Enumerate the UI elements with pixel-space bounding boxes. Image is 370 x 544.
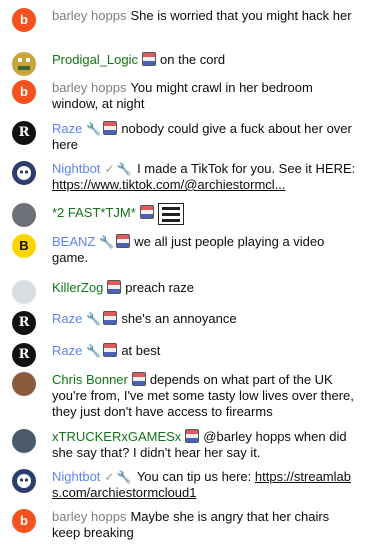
wrench-icon: 🔧 (116, 470, 132, 484)
message-link[interactable]: https://www.tiktok.com/@archiestormcl... (52, 177, 286, 192)
author-name[interactable]: Chris Bonner (52, 372, 128, 387)
chat-message: b barley hopps You might crawl in her bed… (0, 80, 370, 112)
chat-message: Prodigal_Logic on the cord (0, 52, 370, 76)
chat-message: Chris Bonner depends on what part of the … (0, 372, 370, 420)
avatar[interactable]: b (12, 509, 36, 533)
author-name[interactable]: Raze (52, 311, 82, 326)
avatar[interactable] (12, 429, 36, 453)
member-badge-icon (107, 280, 122, 294)
avatar[interactable] (12, 203, 36, 227)
nightbot-icon (17, 166, 31, 180)
avatar-letter: R (18, 315, 30, 330)
avatar-letter: R (18, 125, 30, 140)
avatar-letter: R (18, 347, 30, 362)
chat-feed: b barley hopps She is worried that you mi… (0, 0, 370, 544)
chat-message: R Raze 🔧 at best (0, 343, 370, 367)
avatar[interactable] (12, 161, 36, 185)
member-badge-icon (103, 343, 118, 357)
author-name[interactable]: Nightbot (52, 161, 100, 176)
author-name[interactable]: Raze (52, 121, 82, 136)
message-text: She is worried that you might hack her (130, 8, 352, 23)
chat-message: Nightbot ✓ 🔧 You can tip us here: https://… (0, 469, 370, 501)
wrench-icon: 🔧 (99, 235, 115, 249)
nightbot-icon (17, 474, 31, 488)
avatar-letter: b (20, 84, 28, 99)
avatar[interactable]: b (12, 80, 36, 104)
avatar[interactable] (12, 280, 36, 304)
chat-message: B BEANZ 🔧 we all just people playing a vid… (0, 234, 370, 266)
author-name[interactable]: barley hopps (52, 8, 126, 23)
message-text: You can tip us here: (136, 469, 252, 484)
author-name[interactable]: barley hopps (52, 80, 126, 95)
chat-message: b barley hopps Maybe she is angry that he… (0, 509, 370, 541)
member-badge-icon (103, 121, 118, 135)
avatar[interactable] (12, 52, 36, 76)
wrench-icon: 🔧 (86, 122, 102, 136)
chat-message: KillerZog preach raze (0, 280, 370, 304)
verified-check-icon: ✓ (104, 162, 115, 176)
avatar-letter: b (20, 12, 28, 27)
wrench-icon: 🔧 (86, 312, 102, 326)
avatar[interactable]: R (12, 121, 36, 145)
author-name[interactable]: BEANZ (52, 234, 95, 249)
member-badge-icon (142, 52, 157, 66)
author-name[interactable]: KillerZog (52, 280, 103, 295)
chat-message: R Raze 🔧 nobody could give a fuck about he… (0, 121, 370, 153)
author-name[interactable]: Prodigal_Logic (52, 52, 138, 67)
verified-check-icon: ✓ (104, 470, 115, 484)
avatar[interactable]: B (12, 234, 36, 258)
message-text: at best (121, 343, 161, 358)
wrench-icon: 🔧 (116, 162, 132, 176)
member-badge-icon (116, 234, 131, 248)
avatar[interactable]: b (12, 8, 36, 32)
author-name[interactable]: *2 FAST*TJM* (52, 205, 136, 220)
chat-message: Nightbot ✓ 🔧 I made a TikTok for you. See … (0, 161, 370, 193)
member-badge-icon (139, 205, 154, 220)
chat-message: *2 FAST*TJM* (0, 203, 370, 227)
message-text: she's an annoyance (121, 311, 237, 326)
author-name[interactable]: xTRUCKERxGAMESx (52, 429, 181, 444)
avatar[interactable] (12, 372, 36, 396)
avatar[interactable] (12, 469, 36, 493)
avatar-letter: b (20, 513, 28, 528)
chat-message: R Raze 🔧 she's an annoyance (0, 311, 370, 335)
chat-message: xTRUCKERxGAMESx @barley hopps when did sh… (0, 429, 370, 461)
avatar-letter: B (19, 238, 29, 253)
pixel-art-icon (18, 58, 30, 70)
avatar[interactable]: R (12, 343, 36, 367)
message-text: I made a TikTok for you. See it HERE: (137, 161, 356, 176)
member-badge-icon (131, 372, 146, 386)
message-text: preach raze (125, 280, 194, 295)
author-name[interactable]: Raze (52, 343, 82, 358)
author-name[interactable]: barley hopps (52, 509, 126, 524)
member-badge-icon (103, 311, 118, 325)
avatar[interactable]: R (12, 311, 36, 335)
member-badge-icon (185, 429, 200, 443)
message-text: on the cord (160, 52, 226, 67)
wrench-icon: 🔧 (86, 344, 102, 358)
author-name[interactable]: Nightbot (52, 469, 100, 484)
chat-message: b barley hopps She is worried that you mi… (0, 8, 370, 32)
custom-emote-icon (157, 203, 184, 225)
